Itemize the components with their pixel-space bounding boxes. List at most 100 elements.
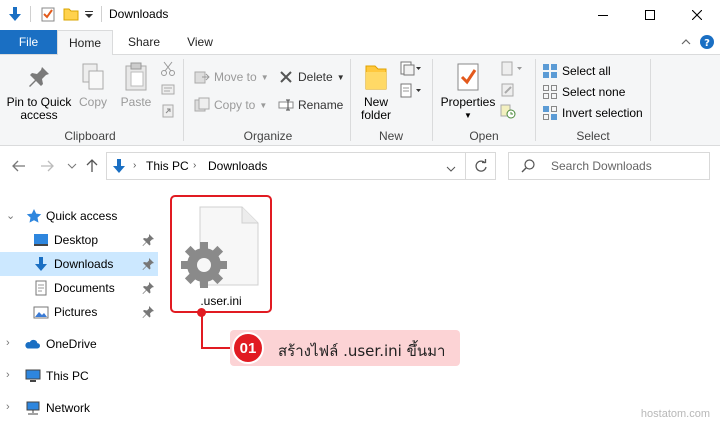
select-all-icon xyxy=(542,63,558,79)
svg-text:?: ? xyxy=(704,38,710,49)
new-item-icon[interactable] xyxy=(400,61,422,77)
open-icon[interactable] xyxy=(500,61,524,77)
select-group: Select all Select none Invert selection … xyxy=(538,55,648,146)
qa-dropdown-icon[interactable] xyxy=(84,6,100,22)
nav-item-pictures[interactable]: Pictures xyxy=(0,300,158,324)
up-arrow-icon[interactable] xyxy=(84,158,100,174)
pin-icon[interactable] xyxy=(142,234,154,246)
ribbon-collapse-icon[interactable] xyxy=(680,36,692,48)
maximize-button[interactable] xyxy=(627,0,673,30)
pin-to-quick-access-button[interactable]: Pin to Quick access xyxy=(4,61,74,122)
properties-button[interactable]: Properties ▼ xyxy=(438,61,498,122)
callout-text: สร้างไฟล์ .user.ini ขึ้นมา xyxy=(278,342,446,360)
address-bar[interactable]: › This PC › Downloads xyxy=(106,152,496,180)
select-all-label: Select all xyxy=(562,64,611,78)
organize-group: Move to ▼ Copy to ▼ Delete ▼ Rename Orga… xyxy=(186,55,350,146)
breadcrumb-this-pc[interactable]: This PC xyxy=(146,159,189,173)
help-icon[interactable]: ? xyxy=(699,34,715,50)
select-none-icon xyxy=(542,84,558,100)
documents-icon xyxy=(33,280,49,296)
file-item-user-ini[interactable]: .user.ini xyxy=(170,195,272,313)
chevron-right-icon[interactable]: › xyxy=(6,401,10,413)
invert-selection-icon xyxy=(542,105,558,121)
chevron-right-icon[interactable]: › xyxy=(6,337,10,349)
delete-button[interactable]: Delete ▼ xyxy=(278,67,345,87)
copy-to-button[interactable]: Copy to ▼ xyxy=(194,95,267,115)
search-box[interactable]: Search Downloads xyxy=(508,152,710,180)
close-button[interactable] xyxy=(674,0,720,30)
select-all-button[interactable]: Select all xyxy=(542,61,611,81)
tab-share[interactable]: Share xyxy=(120,30,168,54)
chevron-right-icon[interactable]: › xyxy=(6,369,10,381)
forward-arrow-icon[interactable] xyxy=(39,158,55,174)
properties-icon[interactable] xyxy=(40,6,56,22)
edit-icon[interactable] xyxy=(500,82,516,98)
select-none-button[interactable]: Select none xyxy=(542,82,625,102)
copy-button[interactable]: Copy xyxy=(76,61,110,109)
navigation-pane: ⌄ Quick access Desktop Downloads Documen… xyxy=(0,186,158,426)
delete-x-icon xyxy=(278,69,294,85)
downloads-location-icon xyxy=(111,158,127,174)
rename-button[interactable]: Rename xyxy=(278,95,343,115)
nav-onedrive[interactable]: › OneDrive xyxy=(0,332,158,356)
nav-item-pictures-label: Pictures xyxy=(54,305,98,319)
nav-quick-access[interactable]: ⌄ Quick access xyxy=(0,204,158,228)
move-to-dropdown-icon: ▼ xyxy=(260,72,269,82)
pin-icon[interactable] xyxy=(142,282,154,294)
copy-to-label: Copy to xyxy=(214,98,256,112)
new-folder-button[interactable]: New folder xyxy=(356,61,396,122)
nav-item-downloads-label: Downloads xyxy=(54,257,114,271)
nav-item-downloads[interactable]: Downloads xyxy=(0,252,158,276)
tab-home[interactable]: Home xyxy=(57,30,113,55)
organize-group-label: Organize xyxy=(243,129,293,143)
pin-icon[interactable] xyxy=(142,306,154,318)
group-separator xyxy=(432,59,433,141)
minimize-button[interactable] xyxy=(580,0,626,30)
easy-access-icon[interactable] xyxy=(400,83,422,99)
nav-item-desktop[interactable]: Desktop xyxy=(0,228,158,252)
new-group: New folder New xyxy=(352,55,430,146)
clipboard-group-label: Clipboard xyxy=(64,129,116,143)
title-separator xyxy=(101,6,102,22)
invert-selection-button[interactable]: Invert selection xyxy=(542,103,643,123)
copy-path-icon[interactable] xyxy=(160,82,176,98)
nav-network-label: Network xyxy=(46,401,91,415)
ribbon-tabs: File Home Share View ? xyxy=(0,30,720,55)
computer-icon xyxy=(25,368,41,384)
cloud-icon xyxy=(24,336,40,352)
new-folder-icon[interactable] xyxy=(63,6,79,22)
back-arrow-icon[interactable] xyxy=(11,158,27,174)
group-separator xyxy=(350,59,351,141)
nav-this-pc-label: This PC xyxy=(46,369,89,383)
address-separator xyxy=(465,153,466,179)
breadcrumb-chevron-icon[interactable]: › xyxy=(133,160,136,171)
delete-label: Delete xyxy=(298,70,333,84)
move-to-button[interactable]: Move to ▼ xyxy=(194,67,269,87)
nav-network[interactable]: › Network xyxy=(0,396,158,420)
copy-label: Copy xyxy=(78,95,107,109)
nav-quick-access-label: Quick access xyxy=(46,209,118,223)
window-title: Downloads xyxy=(109,7,169,21)
refresh-icon[interactable] xyxy=(474,159,488,173)
breadcrumb-chevron-icon[interactable]: › xyxy=(193,160,196,171)
paste-button[interactable]: Paste xyxy=(116,61,156,109)
down-arrow-icon[interactable] xyxy=(7,6,23,22)
breadcrumb-downloads[interactable]: Downloads xyxy=(208,159,267,173)
recent-locations-icon[interactable] xyxy=(64,158,80,174)
nav-this-pc[interactable]: › This PC xyxy=(0,364,158,388)
open-group-label: Open xyxy=(469,129,499,143)
chevron-down-icon[interactable]: ⌄ xyxy=(6,209,15,222)
step-number-badge: 01 xyxy=(232,332,264,364)
pin-icon xyxy=(23,61,55,93)
address-dropdown-icon[interactable] xyxy=(446,162,456,172)
select-group-label: Select xyxy=(576,129,610,143)
pin-icon[interactable] xyxy=(142,258,154,270)
nav-item-documents[interactable]: Documents xyxy=(0,276,158,300)
paste-shortcut-icon[interactable] xyxy=(160,103,176,119)
tab-file[interactable]: File xyxy=(0,30,57,54)
history-icon[interactable] xyxy=(500,103,516,119)
copy-to-icon xyxy=(194,97,210,113)
downloads-icon xyxy=(33,256,49,272)
cut-icon[interactable] xyxy=(160,61,176,77)
tab-view[interactable]: View xyxy=(176,30,224,54)
